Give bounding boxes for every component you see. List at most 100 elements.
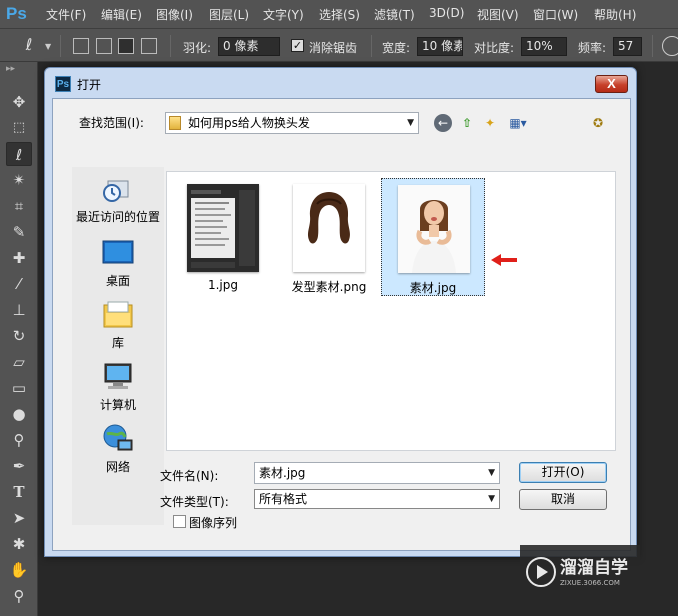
tools-panel: ▸▸ ✥ ⬚ ℓ ✴ ⌗ ✎ ✚ ⁄ ⊥ ↻ ▱ ▭ ● ⚲ ✒ T ➤ ✱ ✋…: [0, 62, 38, 616]
dialog-title: 打开: [77, 78, 102, 92]
file-thumbnail: [398, 185, 470, 273]
new-folder-icon[interactable]: ✦: [481, 114, 499, 132]
new-selection-icon[interactable]: [73, 38, 89, 54]
place-computer[interactable]: 计算机: [72, 361, 164, 413]
zoom-tool-icon[interactable]: ⚲: [6, 584, 32, 608]
view-menu-icon[interactable]: ▦▾: [505, 114, 531, 132]
file-item[interactable]: 发型素材.png: [277, 178, 381, 296]
magic-wand-tool-icon[interactable]: ✴: [6, 168, 32, 192]
place-network[interactable]: 网络: [72, 423, 164, 475]
bridge-icon[interactable]: ✪: [589, 114, 607, 132]
filetype-value: 所有格式: [259, 492, 308, 506]
chevron-down-icon: ▼: [407, 118, 414, 128]
antialias-label: 消除锯齿: [309, 41, 358, 55]
filename-value: 素材.jpg: [259, 466, 306, 480]
type-tool-icon[interactable]: T: [6, 480, 32, 504]
place-label: 计算机: [99, 398, 136, 412]
healing-brush-tool-icon[interactable]: ✚: [6, 246, 32, 270]
pen-tool-icon[interactable]: ✒: [6, 454, 32, 478]
brush-tool-icon[interactable]: ⁄: [6, 272, 32, 296]
file-list[interactable]: 1.jpg 发型素材.png 素材.jpg: [166, 171, 616, 451]
watermark-logo-icon: [526, 557, 556, 587]
history-brush-tool-icon[interactable]: ↻: [6, 324, 32, 348]
close-button[interactable]: X: [595, 75, 628, 93]
filetype-label: 文件类型(T):: [160, 495, 229, 509]
menu-3d[interactable]: 3D(D): [429, 6, 464, 20]
dialog-title-bar[interactable]: Ps 打开 X: [45, 68, 636, 98]
blur-tool-icon[interactable]: ●: [6, 402, 32, 426]
subtract-selection-icon[interactable]: [118, 38, 134, 54]
gradient-tool-icon[interactable]: ▭: [6, 376, 32, 400]
image-sequence-label: 图像序列: [189, 516, 238, 530]
width-input[interactable]: 10 像素: [417, 37, 463, 56]
marquee-tool-icon[interactable]: ⬚: [6, 116, 32, 140]
menu-file[interactable]: 文件(F): [46, 6, 86, 23]
back-icon[interactable]: ←: [434, 114, 452, 132]
file-item-selected[interactable]: 素材.jpg: [381, 178, 485, 296]
file-name: 发型素材.png: [291, 280, 367, 294]
move-tool-icon[interactable]: ✥: [6, 90, 32, 114]
file-thumbnail: [293, 184, 365, 272]
open-button[interactable]: 打开(O): [519, 462, 607, 483]
frequency-input[interactable]: 57: [613, 37, 642, 56]
open-dialog: Ps 打开 X 查找范围(I): 如何用ps给人物换头发 ▼ ← ⇧ ✦ ▦▾ …: [44, 67, 637, 557]
add-to-selection-icon[interactable]: [96, 38, 112, 54]
menu-window[interactable]: 窗口(W): [533, 6, 578, 23]
menu-view[interactable]: 视图(V): [477, 6, 519, 23]
panel-grip-icon[interactable]: ▸▸: [6, 64, 15, 74]
intersect-selection-icon[interactable]: [141, 38, 157, 54]
antialias-checkbox[interactable]: ✓: [291, 39, 304, 52]
place-label: 库: [111, 336, 124, 350]
recent-places-icon: [102, 173, 134, 205]
menu-image[interactable]: 图像(I): [156, 6, 193, 23]
menu-filter[interactable]: 滤镜(T): [374, 6, 415, 23]
filetype-select[interactable]: 所有格式 ▼: [254, 489, 500, 509]
eraser-tool-icon[interactable]: ▱: [6, 350, 32, 374]
look-in-combo[interactable]: 如何用ps给人物换头发 ▼: [165, 112, 419, 134]
feather-input[interactable]: 0 像素: [218, 37, 280, 56]
preset-dropdown-icon[interactable]: ▼: [45, 42, 51, 51]
place-label: 最近访问的位置: [75, 210, 160, 224]
eyedropper-tool-icon[interactable]: ✎: [6, 220, 32, 244]
contrast-label: 对比度:: [474, 41, 515, 55]
up-folder-icon[interactable]: ⇧: [458, 114, 476, 132]
clone-stamp-tool-icon[interactable]: ⊥: [6, 298, 32, 322]
separator: [371, 35, 372, 57]
width-label: 宽度:: [382, 41, 411, 55]
file-item[interactable]: 1.jpg: [171, 178, 275, 296]
annotation-arrow-icon: [491, 254, 517, 266]
menu-edit[interactable]: 编辑(E): [101, 6, 142, 23]
folder-icon: [169, 116, 181, 130]
chevron-down-icon[interactable]: ▼: [488, 490, 495, 508]
menu-help[interactable]: 帮助(H): [594, 6, 636, 23]
shape-tool-icon[interactable]: ✱: [6, 532, 32, 556]
contrast-input[interactable]: 10%: [521, 37, 567, 56]
options-bar: ℓ ▼ 羽化: 0 像素 ✓ 消除锯齿 宽度: 10 像素 对比度: 10% 频…: [0, 28, 678, 62]
menu-select[interactable]: 选择(S): [319, 6, 360, 23]
separator: [652, 35, 653, 57]
lasso-preset-icon[interactable]: ℓ: [16, 33, 42, 57]
place-label: 网络: [105, 460, 130, 474]
separator: [170, 35, 171, 57]
look-in-label: 查找范围(I):: [79, 116, 144, 130]
dodge-tool-icon[interactable]: ⚲: [6, 428, 32, 452]
lasso-tool-icon[interactable]: ℓ: [6, 142, 32, 166]
image-sequence-checkbox[interactable]: [173, 515, 186, 528]
filename-combo[interactable]: 素材.jpg ▼: [254, 462, 500, 484]
menu-bar: Ps 文件(F) 编辑(E) 图像(I) 图层(L) 文字(Y) 选择(S) 滤…: [0, 0, 678, 28]
hand-tool-icon[interactable]: ✋: [6, 558, 32, 582]
pen-pressure-icon[interactable]: [662, 36, 678, 56]
chevron-down-icon[interactable]: ▼: [488, 463, 495, 483]
place-libraries[interactable]: 库: [72, 299, 164, 351]
place-desktop[interactable]: 桌面: [72, 237, 164, 289]
watermark-title: 溜溜自学: [560, 558, 628, 578]
watermark-subtitle: ZIXUE.3066.COM: [560, 579, 620, 587]
path-selection-tool-icon[interactable]: ➤: [6, 506, 32, 530]
menu-layer[interactable]: 图层(L): [209, 6, 249, 23]
crop-tool-icon[interactable]: ⌗: [6, 194, 32, 218]
place-recent[interactable]: 最近访问的位置: [72, 173, 164, 225]
watermark: 溜溜自学 ZIXUE.3066.COM: [520, 545, 640, 600]
photoshop-icon: Ps: [55, 76, 71, 92]
cancel-button[interactable]: 取消: [519, 489, 607, 510]
menu-type[interactable]: 文字(Y): [263, 6, 304, 23]
